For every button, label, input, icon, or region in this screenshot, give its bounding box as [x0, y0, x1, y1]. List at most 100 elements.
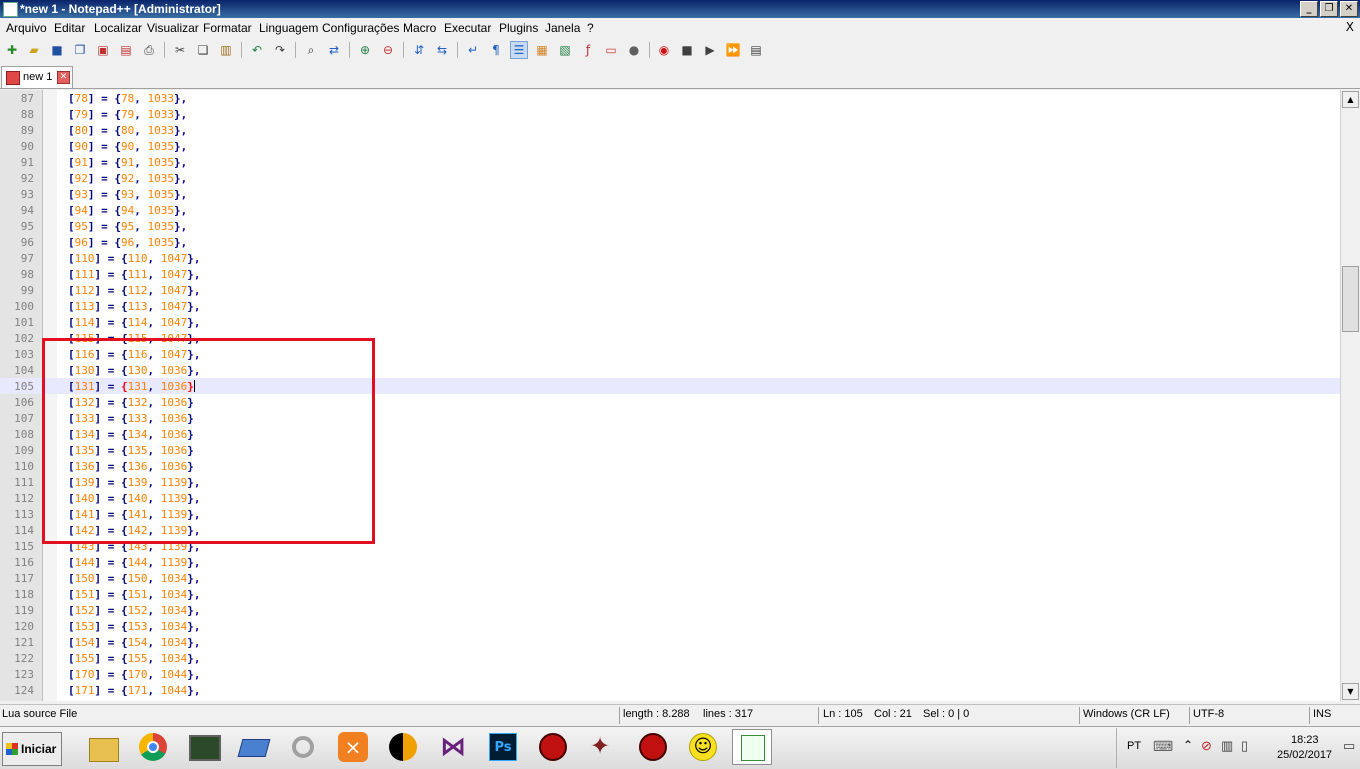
code-line[interactable]: 89 [80] = {80, 1033}, [0, 122, 1340, 138]
close-tab-icon[interactable]: ✕ [57, 71, 70, 84]
tools-icon[interactable] [286, 730, 320, 764]
indent-guide-icon[interactable]: ☰ [510, 41, 528, 59]
code-line[interactable]: 116 [144] = {144, 1139}, [0, 554, 1340, 570]
cut-icon[interactable]: ✂ [172, 42, 188, 58]
notepad-plus-plus-taskbar-icon[interactable] [732, 729, 772, 765]
print-icon[interactable]: ⎙ [141, 42, 157, 58]
word-wrap-icon[interactable]: ↵ [465, 42, 481, 58]
vertical-scrollbar[interactable]: ▲ ▼ [1340, 90, 1359, 701]
folder-as-workspace-icon[interactable]: ▭ [603, 42, 619, 58]
show-desktop-icon[interactable]: ▭ [1343, 738, 1355, 754]
keyboard-icon[interactable]: ⌨ [1153, 738, 1173, 755]
paste-icon[interactable]: ▥ [218, 42, 234, 58]
scroll-down-arrow-icon[interactable]: ▼ [1342, 683, 1359, 700]
menu-plugins[interactable]: Plugins [499, 21, 538, 35]
menu-help[interactable]: ? [587, 21, 594, 35]
monitoring-icon[interactable]: ● [626, 42, 642, 58]
code-line[interactable]: 124 [171] = {171, 1044}, [0, 682, 1340, 698]
undo-icon[interactable]: ↶ [249, 42, 265, 58]
code-line[interactable]: 121 [154] = {154, 1034}, [0, 634, 1340, 650]
run-macro-multiple-icon[interactable]: ⏩ [725, 42, 741, 58]
xampp-icon[interactable]: ⨯ [336, 730, 370, 764]
remote-desktop-icon[interactable] [236, 730, 271, 764]
record-macro-icon[interactable]: ◉ [656, 42, 672, 58]
redo-icon[interactable]: ↷ [272, 42, 288, 58]
new-file-icon[interactable]: ✚ [4, 42, 20, 58]
code-line[interactable]: 101 [114] = {114, 1047}, [0, 314, 1340, 330]
zoom-in-icon[interactable]: ⊕ [357, 42, 373, 58]
menu-visualizar[interactable]: Visualizar [147, 21, 199, 35]
code-line[interactable]: 87 [78] = {78, 1033}, [0, 90, 1340, 106]
code-line[interactable]: 93 [93] = {93, 1035}, [0, 186, 1340, 202]
menu-macro[interactable]: Macro [403, 21, 436, 35]
sharingan-icon[interactable] [636, 730, 670, 764]
close-icon[interactable]: ▣ [95, 42, 111, 58]
close-all-icon[interactable]: ▤ [118, 42, 134, 58]
save-all-icon[interactable]: ❐ [72, 42, 88, 58]
function-list-icon[interactable]: ƒ [580, 42, 596, 58]
code-line[interactable]: 119 [152] = {152, 1034}, [0, 602, 1340, 618]
sync-vertical-icon[interactable]: ⇵ [411, 42, 427, 58]
battery-icon[interactable]: ▯ [1241, 738, 1248, 754]
save-icon[interactable]: ■ [49, 42, 65, 58]
code-line[interactable]: 96 [96] = {96, 1035}, [0, 234, 1340, 250]
play-macro-icon[interactable]: ▶ [702, 42, 718, 58]
stop-macro-icon[interactable]: ■ [679, 42, 695, 58]
code-line[interactable]: 123 [170] = {170, 1044}, [0, 666, 1340, 682]
file-explorer-icon[interactable] [86, 730, 120, 764]
code-line[interactable]: 118 [151] = {151, 1034}, [0, 586, 1340, 602]
monitor-app-icon[interactable] [186, 730, 221, 764]
close-button[interactable]: ✕ [1340, 1, 1358, 17]
code-line[interactable]: 97 [110] = {110, 1047}, [0, 250, 1340, 266]
tab-new-1[interactable]: new 1 ✕ [1, 66, 73, 88]
code-line[interactable]: 92 [92] = {92, 1035}, [0, 170, 1340, 186]
code-line[interactable]: 94 [94] = {94, 1035}, [0, 202, 1340, 218]
code-line[interactable]: 98 [111] = {111, 1047}, [0, 266, 1340, 282]
minimize-button[interactable]: _ [1300, 1, 1318, 17]
smiley-icon[interactable]: ☺ [686, 730, 720, 764]
code-line[interactable]: 95 [95] = {95, 1035}, [0, 218, 1340, 234]
sync-horizontal-icon[interactable]: ⇆ [434, 42, 450, 58]
volume-muted-icon[interactable]: ⊘ [1201, 738, 1212, 754]
sharingan-icon[interactable] [536, 730, 570, 764]
shuriken-icon[interactable]: ✦ [586, 730, 620, 764]
chrome-icon[interactable] [136, 730, 170, 764]
replace-icon[interactable]: ⇄ [326, 42, 342, 58]
code-line[interactable]: 99 [112] = {112, 1047}, [0, 282, 1340, 298]
find-icon[interactable]: ⌕ [303, 42, 319, 58]
code-line[interactable]: 91 [91] = {91, 1035}, [0, 154, 1340, 170]
document-map-icon[interactable]: ▧ [557, 42, 573, 58]
code-line[interactable]: 122 [155] = {155, 1034}, [0, 650, 1340, 666]
language-indicator[interactable]: PT [1127, 740, 1141, 752]
restore-button[interactable]: ❐ [1320, 1, 1338, 17]
copy-icon[interactable]: ❏ [195, 42, 211, 58]
menu-configuracoes[interactable]: Configurações [322, 21, 399, 35]
photoshop-icon[interactable]: Ps [486, 730, 520, 764]
clock-time[interactable]: 18:23 [1291, 734, 1319, 746]
save-macro-icon[interactable]: ▤ [748, 42, 764, 58]
user-language-icon[interactable]: ▦ [534, 42, 550, 58]
code-line[interactable]: 90 [90] = {90, 1035}, [0, 138, 1340, 154]
show-all-characters-icon[interactable]: ¶ [488, 42, 504, 58]
start-button[interactable]: Iniciar [2, 732, 62, 766]
scroll-up-arrow-icon[interactable]: ▲ [1342, 91, 1359, 108]
menu-linguagem[interactable]: Linguagem [259, 21, 318, 35]
scroll-thumb[interactable] [1342, 266, 1359, 332]
menu-executar[interactable]: Executar [444, 21, 491, 35]
code-line[interactable]: 88 [79] = {79, 1033}, [0, 106, 1340, 122]
code-line[interactable]: 100 [113] = {113, 1047}, [0, 298, 1340, 314]
network-icon[interactable]: ▥ [1221, 738, 1233, 754]
menu-editar[interactable]: Editar [54, 21, 85, 35]
menu-formatar[interactable]: Formatar [203, 21, 252, 35]
code-line[interactable]: 117 [150] = {150, 1034}, [0, 570, 1340, 586]
clock-date[interactable]: 25/02/2017 [1277, 749, 1332, 761]
show-hidden-icons-icon[interactable]: ⌃ [1183, 738, 1193, 752]
menu-arquivo[interactable]: Arquivo [6, 21, 47, 35]
code-line[interactable]: 120 [153] = {153, 1034}, [0, 618, 1340, 634]
menu-localizar[interactable]: Localizar [94, 21, 142, 35]
zoom-out-icon[interactable]: ⊖ [380, 42, 396, 58]
menu-janela[interactable]: Janela [545, 21, 580, 35]
visual-studio-icon[interactable]: ⋈ [436, 730, 470, 764]
open-file-icon[interactable]: ▰ [26, 42, 42, 58]
close-document-button[interactable]: X [1346, 20, 1354, 34]
